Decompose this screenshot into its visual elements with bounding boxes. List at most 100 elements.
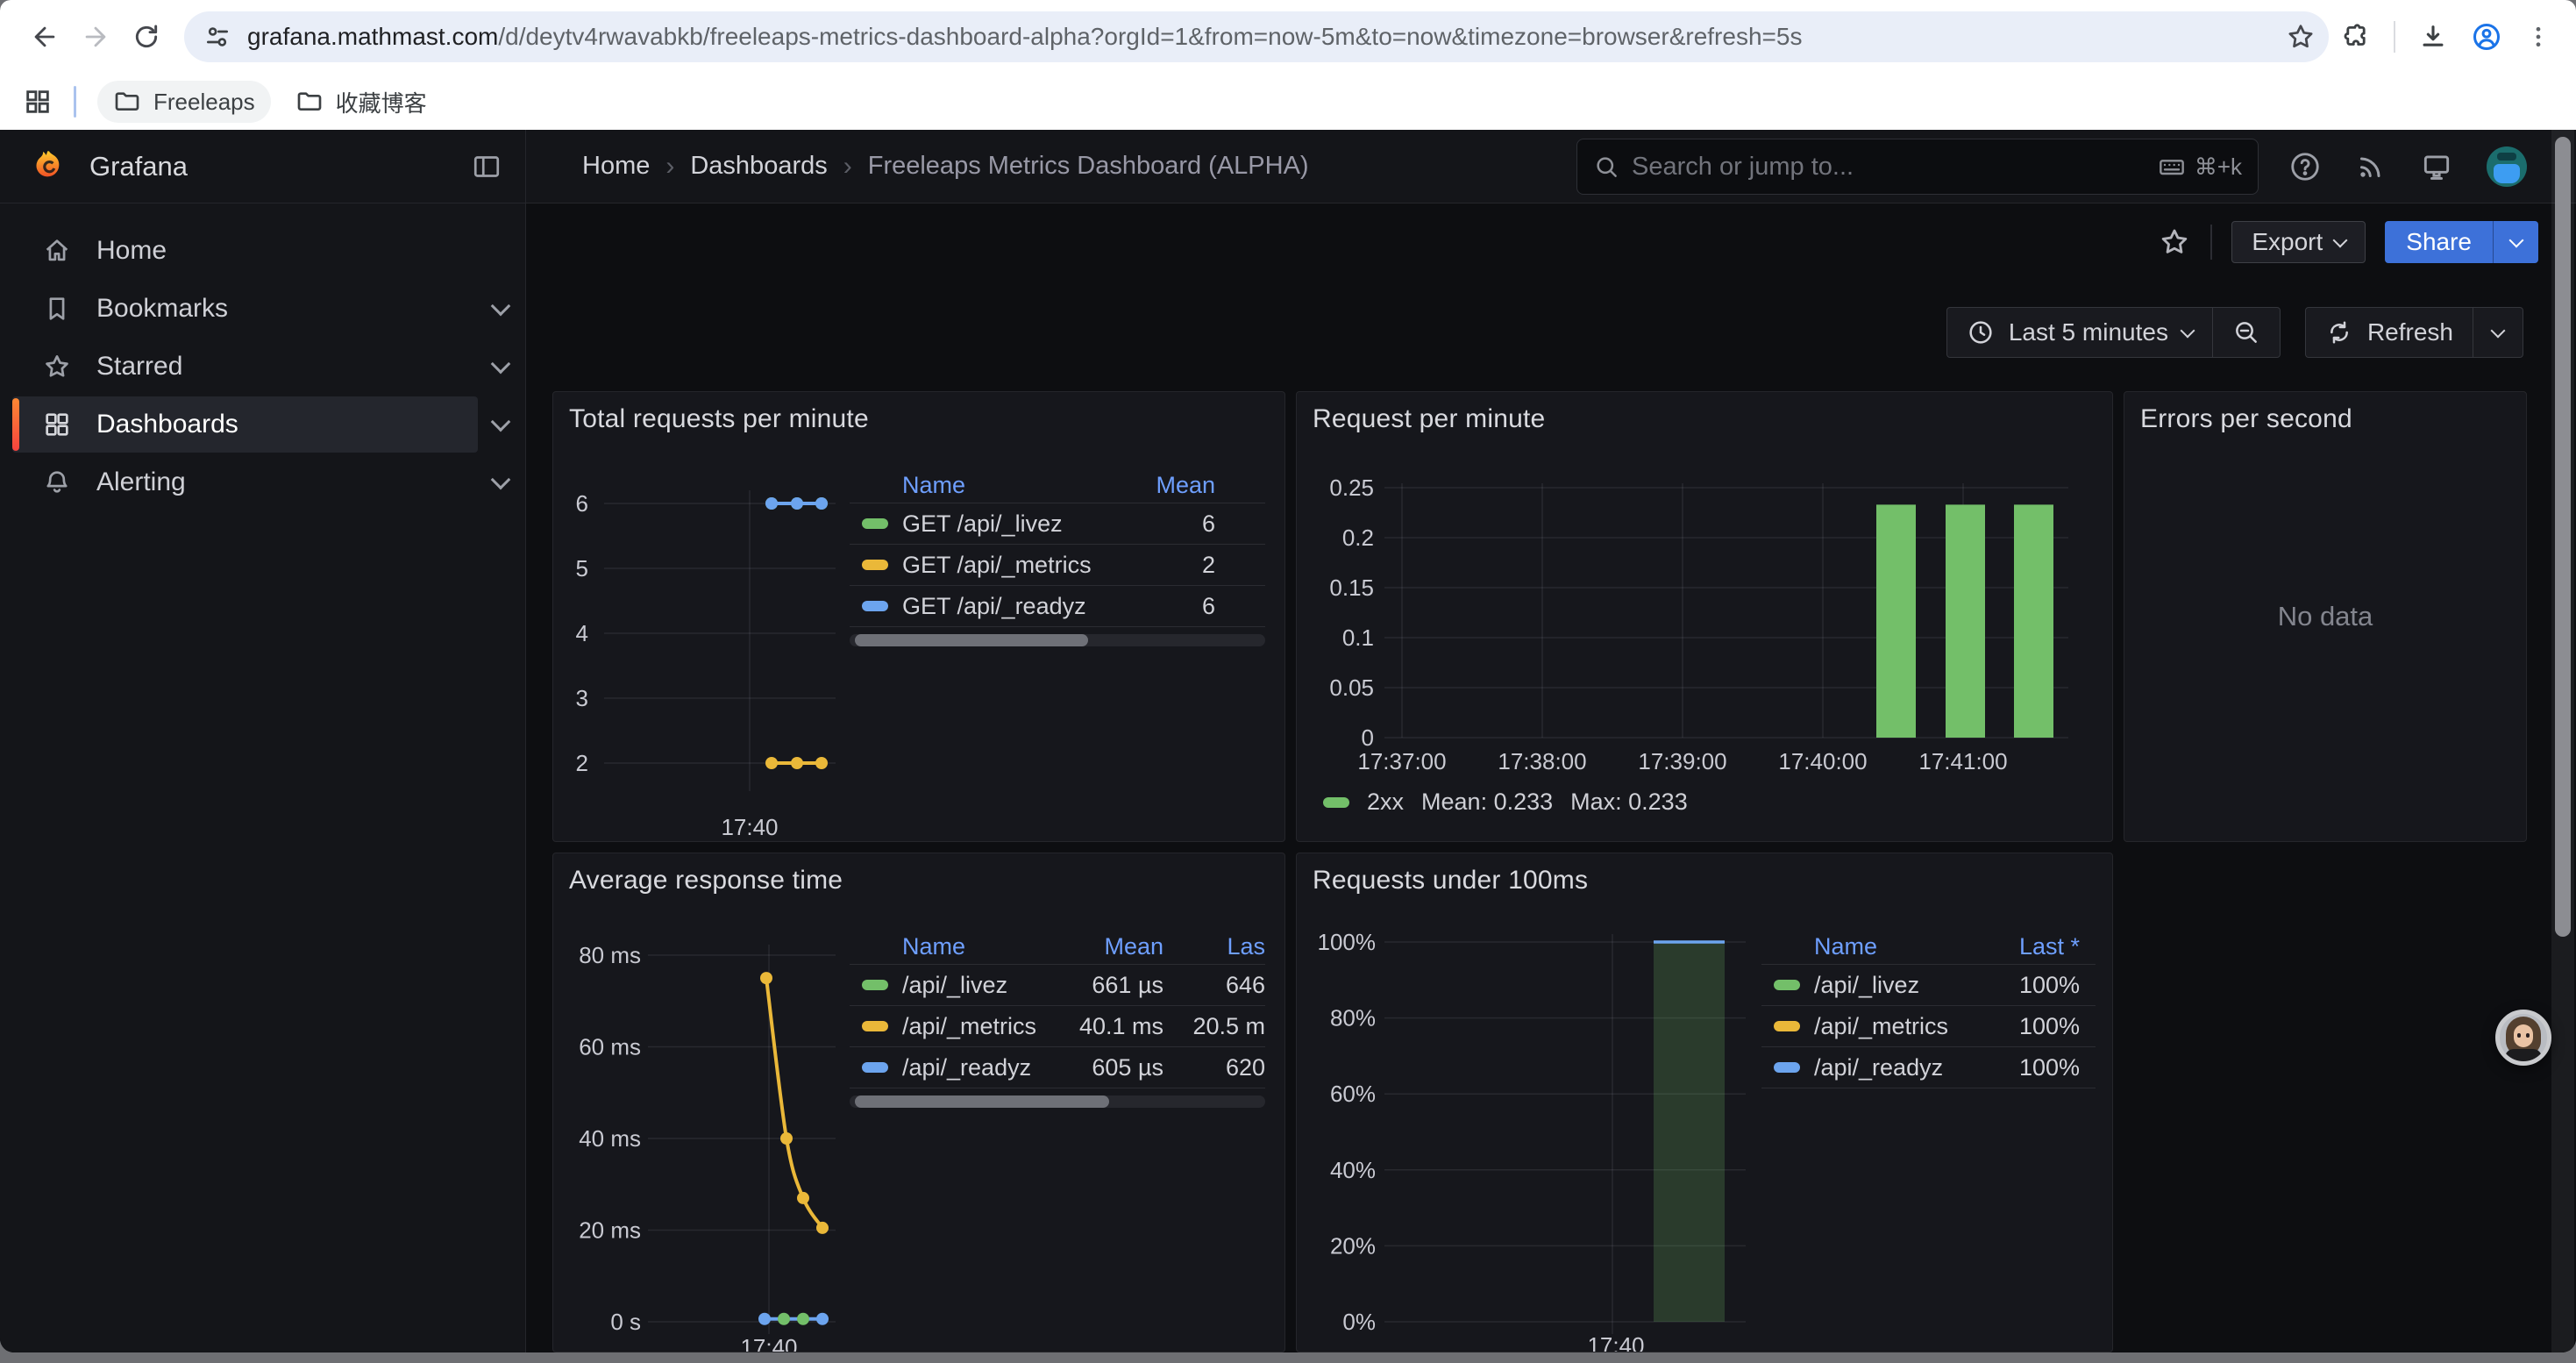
legend-col-name[interactable]: Name [850, 472, 1110, 499]
legend-header: Name Mean [850, 467, 1265, 503]
help-icon[interactable] [2288, 150, 2322, 183]
series-color-pill [862, 601, 888, 611]
legend-scrollbar[interactable] [850, 634, 1265, 646]
chevron-down-icon[interactable] [491, 354, 511, 375]
url-path: /d/deytv4rwavabkb/freeleaps-metrics-dash… [498, 23, 1802, 50]
legend-row[interactable]: /api/_livez 661 µs 646 [850, 964, 1265, 1005]
site-settings-icon[interactable] [203, 23, 231, 51]
legend-row[interactable]: /api/_readyz 605 µs 620 [850, 1046, 1265, 1088]
folder-icon [113, 88, 141, 116]
sidebar-item-label: Home [96, 236, 167, 266]
dock-menu-icon[interactable] [471, 151, 502, 182]
series-last: 620 [1163, 1054, 1265, 1081]
sidebar-item-label: Dashboards [96, 410, 238, 439]
svg-text:60%: 60% [1330, 1081, 1376, 1107]
svg-text:0.25: 0.25 [1329, 475, 1374, 501]
sidebar-item-bookmarks[interactable]: Bookmarks [12, 281, 508, 337]
export-button[interactable]: Export [2231, 221, 2366, 263]
sidebar-item-alerting[interactable]: Alerting [12, 454, 508, 510]
legend-table: Name Mean Las /api/_livez 661 µs 646 /ap… [850, 929, 1265, 1108]
url-text[interactable]: grafana.mathmast.com/d/deytv4rwavabkb/fr… [247, 23, 2285, 51]
page-scrollbar[interactable] [2551, 130, 2574, 1352]
dashboard-main: Export Share Last 5 minutes [526, 203, 2576, 1352]
legend-col-last[interactable]: Las [1163, 933, 1265, 960]
chevron-down-icon[interactable] [491, 412, 511, 432]
bookmark-star-icon[interactable] [2285, 21, 2316, 53]
back-button[interactable] [19, 11, 70, 62]
star-icon [2158, 225, 2191, 259]
panel-title[interactable]: Request per minute [1313, 404, 1545, 434]
svg-text:20%: 20% [1330, 1232, 1376, 1259]
legend-scrollbar-thumb[interactable] [855, 1095, 1109, 1108]
series-color-pill [862, 560, 888, 570]
legend-inline[interactable]: 2xx Mean: 0.233 Max: 0.233 [1323, 789, 1688, 816]
browser-actions [2341, 21, 2557, 53]
legend-col-name[interactable]: Name [1761, 933, 1975, 960]
header-main-section: Home › Dashboards › Freeleaps Metrics Da… [526, 130, 2576, 203]
apps-grid-icon[interactable] [23, 87, 53, 117]
panel-title[interactable]: Total requests per minute [569, 404, 869, 434]
series-color-pill [1323, 797, 1349, 808]
series-name: /api/_metrics [902, 1013, 1036, 1040]
svg-text:17:40: 17:40 [1587, 1332, 1644, 1352]
series-mean: 40.1 ms [1058, 1013, 1163, 1040]
grafana-logo[interactable] [30, 147, 68, 186]
refresh-button[interactable]: Refresh [2306, 308, 2473, 357]
legend-scrollbar-thumb[interactable] [855, 634, 1088, 646]
sidebar-item-home[interactable]: Home [12, 223, 508, 279]
sidebar-item-starred[interactable]: Starred [12, 339, 508, 395]
legend-row[interactable]: /api/_metrics 100% [1761, 1005, 2096, 1046]
share-button[interactable]: Share [2385, 221, 2493, 263]
panel-title[interactable]: Average response time [569, 866, 843, 896]
download-icon[interactable] [2418, 22, 2448, 52]
bookmark-folder-freeleaps[interactable]: Freeleaps [97, 81, 271, 123]
reload-button[interactable] [121, 11, 172, 62]
time-range-group: Last 5 minutes [1946, 307, 2281, 358]
panel-title[interactable]: Requests under 100ms [1313, 866, 1588, 896]
extensions-icon[interactable] [2341, 22, 2371, 52]
legend-row[interactable]: /api/_readyz 100% [1761, 1046, 2096, 1088]
search-input[interactable]: Search or jump to... ⌘+k [1576, 139, 2259, 195]
breadcrumb-dashboards[interactable]: Dashboards [690, 152, 827, 181]
legend-col-mean[interactable]: Mean [1058, 933, 1163, 960]
legend-col-last[interactable]: Last * [1975, 933, 2080, 960]
address-bar[interactable]: grafana.mathmast.com/d/deytv4rwavabkb/fr… [184, 11, 2329, 62]
brand-name: Grafana [89, 151, 471, 182]
time-range-picker[interactable]: Last 5 minutes [1947, 308, 2212, 357]
chevron-down-icon[interactable] [491, 470, 511, 490]
assistant-avatar-button[interactable] [2495, 1010, 2551, 1066]
svg-text:20 ms: 20 ms [579, 1217, 641, 1244]
svg-text:40 ms: 40 ms [579, 1125, 641, 1152]
monitor-icon[interactable] [2420, 150, 2453, 183]
sidebar-item-dashboards[interactable]: Dashboards [12, 396, 508, 453]
legend-row[interactable]: /api/_livez 100% [1761, 964, 2096, 1005]
legend-col-mean[interactable]: Mean [1110, 472, 1215, 499]
legend-row[interactable]: /api/_metrics 40.1 ms 20.5 m [850, 1005, 1265, 1046]
toolbar-divider [2210, 225, 2212, 260]
share-button-group: Share [2385, 221, 2538, 263]
legend-row[interactable]: GET /api/_metrics 2 [850, 544, 1265, 585]
refresh-group: Refresh [2305, 307, 2523, 358]
legend-col-name[interactable]: Name [850, 933, 1058, 960]
user-avatar[interactable] [2487, 146, 2527, 187]
legend-row[interactable]: GET /api/_readyz 6 [850, 585, 1265, 626]
share-menu-button[interactable] [2493, 221, 2538, 263]
refresh-interval-button[interactable] [2473, 308, 2523, 357]
panel-requests-under-100ms: Requests under 100ms 100%80%60%40%20%0%1… [1296, 853, 2113, 1352]
zoom-out-button[interactable] [2212, 308, 2280, 357]
legend-scrollbar[interactable] [850, 1095, 1265, 1108]
chevron-down-icon[interactable] [491, 296, 511, 317]
breadcrumb-current: Freeleaps Metrics Dashboard (ALPHA) [868, 152, 1309, 181]
search-icon [1593, 153, 1619, 180]
news-rss-icon[interactable] [2355, 151, 2387, 182]
browser-menu-icon[interactable] [2525, 24, 2551, 50]
profile-icon[interactable] [2471, 21, 2502, 53]
svg-text:80%: 80% [1330, 1005, 1376, 1031]
bookmark-folder-blogs[interactable]: 收藏博客 [280, 81, 443, 123]
screen: grafana.mathmast.com/d/deytv4rwavabkb/fr… [0, 0, 2576, 1363]
breadcrumb-home[interactable]: Home [582, 152, 650, 181]
page-scrollbar-thumb[interactable] [2555, 137, 2571, 937]
legend-row[interactable]: GET /api/_livez 6 [850, 503, 1265, 544]
forward-button[interactable] [70, 11, 121, 62]
favorite-star-button[interactable] [2158, 225, 2191, 259]
